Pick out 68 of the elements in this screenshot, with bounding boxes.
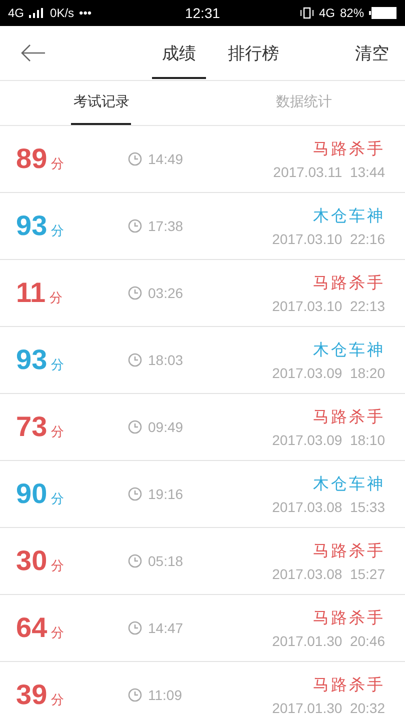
exam-date: 2017.01.30 20:32 — [272, 700, 385, 716]
network-type: 4G — [8, 6, 24, 20]
rank-title: 马路杀手 — [313, 674, 385, 696]
exam-date: 2017.03.08 15:33 — [272, 498, 385, 514]
back-icon[interactable] — [20, 44, 46, 62]
exam-date: 2017.03.11 13:44 — [273, 164, 385, 180]
score: 73 — [16, 411, 48, 443]
clock-icon — [128, 487, 142, 501]
clock-icon — [128, 621, 142, 635]
exam-date: 2017.03.09 18:20 — [272, 364, 385, 380]
score: 93 — [16, 344, 48, 376]
clock-icon — [128, 219, 142, 233]
more-indicator: ••• — [79, 6, 92, 20]
score-unit: 分 — [51, 223, 64, 240]
clock-icon — [128, 152, 142, 166]
exam-duration: 17:38 — [148, 218, 184, 234]
rank-title: 马路杀手 — [313, 138, 385, 160]
exam-duration: 14:49 — [148, 151, 184, 167]
exam-date: 2017.03.08 15:27 — [272, 566, 385, 582]
score-unit: 分 — [51, 156, 64, 173]
clock: 12:31 — [184, 5, 220, 21]
signal-icon — [29, 8, 46, 18]
exam-date: 2017.03.10 22:13 — [272, 298, 385, 314]
clock-icon — [128, 420, 142, 434]
rank-title: 马路杀手 — [313, 406, 385, 428]
rank-title: 马路杀手 — [313, 272, 385, 294]
battery-level: 82% — [340, 6, 364, 20]
clock-icon — [128, 688, 142, 702]
battery-icon — [369, 7, 398, 19]
exam-duration: 05:18 — [148, 553, 184, 569]
rank-title: 马路杀手 — [313, 540, 385, 562]
exam-date: 2017.01.30 20:46 — [272, 632, 385, 648]
tab[interactable]: 考试记录 — [71, 81, 132, 125]
score: 90 — [16, 478, 48, 510]
score-unit: 分 — [51, 558, 64, 575]
score: 89 — [16, 143, 48, 175]
exam-duration: 18:03 — [148, 352, 184, 368]
score-unit: 分 — [51, 357, 64, 374]
vibrate-icon — [300, 7, 314, 19]
exam-date: 2017.03.10 22:16 — [272, 230, 385, 246]
exam-duration: 03:26 — [148, 285, 184, 301]
score-unit: 分 — [51, 491, 64, 508]
network-speed: 0K/s — [50, 6, 74, 20]
score: 64 — [16, 612, 48, 644]
exam-duration: 09:49 — [148, 419, 184, 435]
exam-duration: 19:16 — [148, 486, 184, 502]
exam-date: 2017.03.09 18:10 — [272, 432, 385, 448]
exam-duration: 14:47 — [148, 620, 184, 636]
clear-button[interactable]: 清空 — [355, 42, 389, 64]
network-type: 4G — [318, 6, 335, 20]
score: 11 — [16, 277, 46, 309]
clock-icon — [128, 286, 142, 300]
score: 39 — [16, 679, 48, 711]
rank-title: 马路杀手 — [313, 608, 385, 628]
rank-title: 木仓车神 — [313, 340, 385, 360]
score-unit: 分 — [51, 625, 64, 642]
tab[interactable]: 排行榜 — [218, 28, 289, 78]
score: 93 — [16, 210, 48, 242]
rank-title: 木仓车神 — [313, 206, 385, 226]
clock-icon — [128, 554, 142, 568]
score-unit: 分 — [51, 692, 64, 709]
exam-duration: 11:09 — [148, 687, 182, 703]
tab[interactable]: 成绩 — [152, 28, 206, 78]
clock-icon — [128, 353, 142, 367]
score-unit: 分 — [51, 424, 64, 441]
rank-title: 木仓车神 — [313, 474, 385, 494]
score-unit: 分 — [50, 290, 63, 307]
score: 30 — [16, 545, 48, 577]
